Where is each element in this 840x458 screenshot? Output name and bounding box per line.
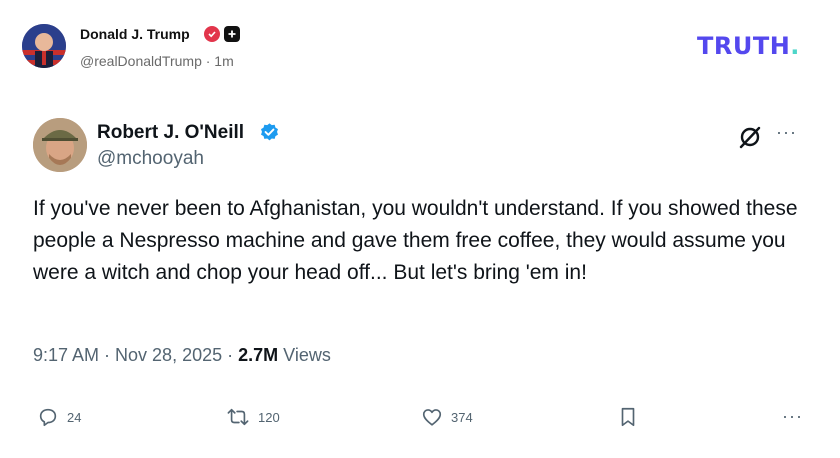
repost-button[interactable]: 120 xyxy=(226,406,280,428)
truth-post-header: Donald J. Trump @realDonaldTrump · 1m TR… xyxy=(0,0,840,90)
plus-icon xyxy=(224,26,240,42)
tweet-avatar-image xyxy=(33,118,87,172)
tweet-meta: 9:17 AM · Nov 28, 2025 · 2.7M Views xyxy=(33,345,331,366)
tweet-handle[interactable]: @mchooyah xyxy=(97,148,204,170)
share-more-icon[interactable]: ··· xyxy=(782,406,803,427)
bookmark-button[interactable] xyxy=(618,406,638,428)
avatar-image xyxy=(22,24,66,68)
more-options-icon[interactable]: ··· xyxy=(776,122,797,143)
views-count: 2.7M xyxy=(238,345,279,365)
tweet-actions: 24 120 374 ··· xyxy=(0,400,840,434)
truth-logo[interactable]: TRUTH. xyxy=(697,32,800,60)
avatar[interactable] xyxy=(22,24,66,68)
reply-count: 24 xyxy=(67,409,82,425)
tweet-text: If you've never been to Afghanistan, you… xyxy=(33,197,798,284)
truth-handle-time[interactable]: @realDonaldTrump · 1m xyxy=(80,53,234,69)
views-label: Views xyxy=(278,345,331,365)
tweet-timestamp[interactable]: 9:17 AM · Nov 28, 2025 · xyxy=(33,345,238,365)
truth-author-name[interactable]: Donald J. Trump xyxy=(80,26,190,42)
grok-icon[interactable] xyxy=(737,124,763,155)
like-button[interactable]: 374 xyxy=(421,406,473,428)
tweet-avatar[interactable] xyxy=(33,118,87,172)
repost-count: 120 xyxy=(258,409,280,425)
tweet-author-name[interactable]: Robert J. O'Neill xyxy=(97,122,244,144)
bookmark-icon xyxy=(621,407,635,427)
reply-icon xyxy=(39,408,57,427)
verified-icon xyxy=(259,122,280,148)
truth-badges xyxy=(204,26,240,42)
heart-icon xyxy=(422,409,442,426)
reply-button[interactable]: 24 xyxy=(37,406,81,428)
repost-icon xyxy=(227,408,249,426)
like-count: 374 xyxy=(451,409,473,425)
truth-logo-text: TRUTH xyxy=(697,32,791,60)
verified-red-icon xyxy=(204,26,220,42)
truth-logo-dot: . xyxy=(790,32,800,60)
